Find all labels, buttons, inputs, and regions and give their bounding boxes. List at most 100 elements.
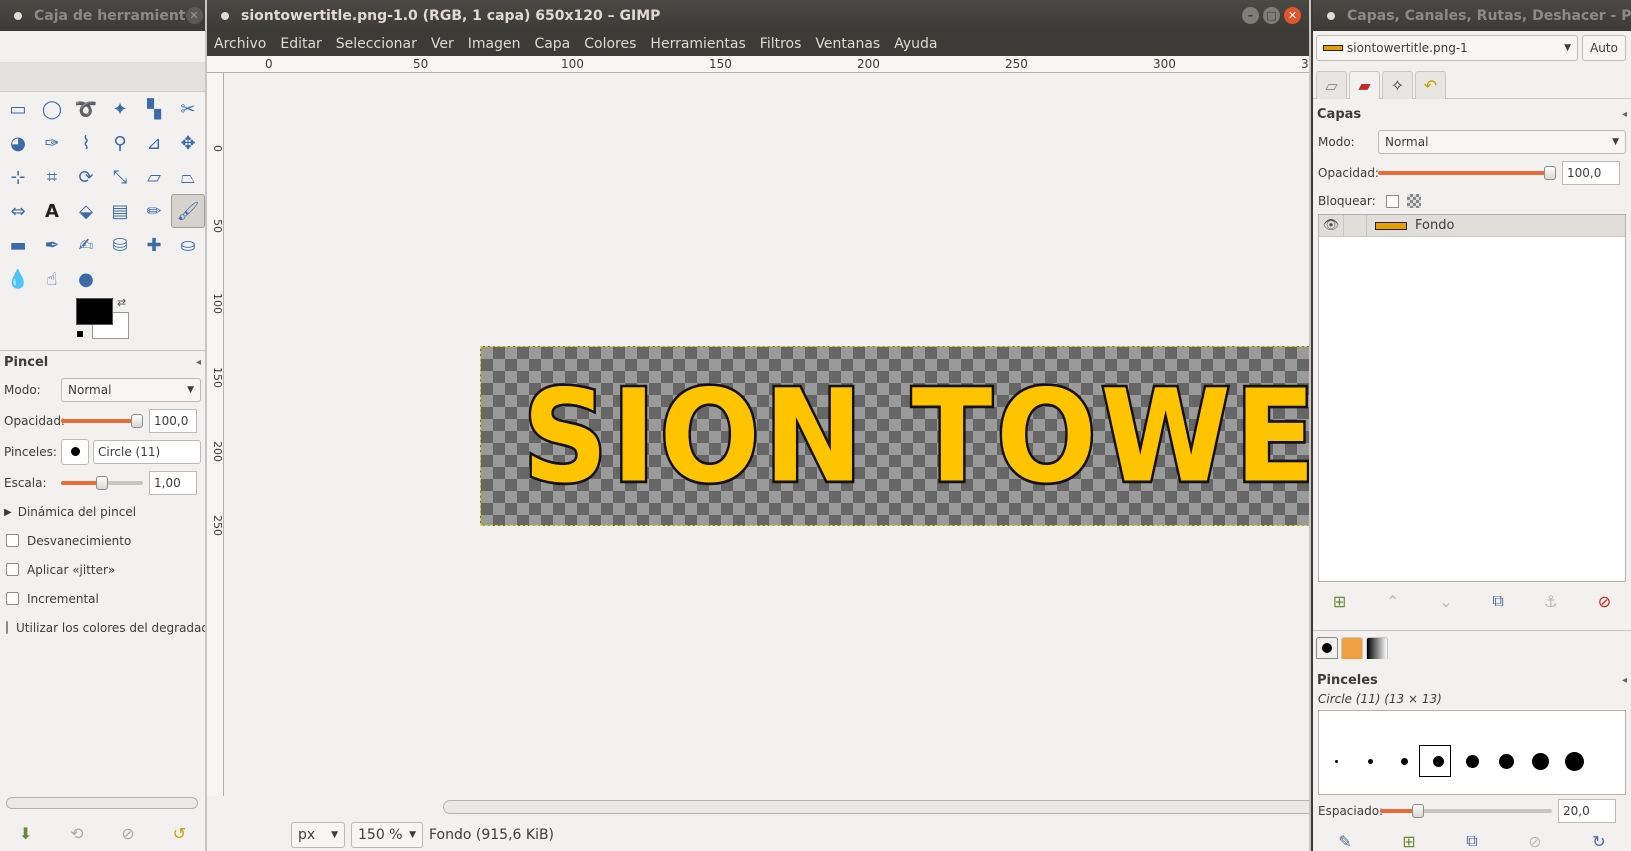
horizontal-ruler[interactable]: 050100150200250300350400450500550600650 [207,56,1309,73]
default-colors-icon[interactable] [76,330,84,338]
new-brush-icon[interactable]: ⊞ [1402,832,1415,851]
restore-options-icon[interactable]: ⟲ [70,824,83,843]
tab-channels[interactable]: ▰ [1349,71,1380,99]
toolbox-scrollbar[interactable] [6,797,198,809]
auto-button[interactable]: Auto [1582,35,1626,61]
opacity-slider[interactable] [61,413,143,428]
foreground-color[interactable] [76,298,113,325]
lock-alpha-icon[interactable] [1407,194,1421,208]
rect-select-icon[interactable]: ▭ [1,92,35,126]
paths-icon[interactable]: ✑ [35,126,69,160]
color-select-icon[interactable]: ▚ [137,92,171,126]
menu-herramientas[interactable]: Herramientas [643,36,752,52]
color-picker-icon[interactable]: ⌇ [69,126,103,160]
dynamics-expander[interactable]: ▶ Dinámica del pincel [0,498,205,526]
shear-icon[interactable]: ⏥ [137,160,171,194]
measure-icon[interactable]: ⊿ [137,126,171,160]
scale-icon[interactable]: ⤡ [103,160,137,194]
menu-capa[interactable]: Capa [527,36,577,52]
menu-editar[interactable]: Editar [273,36,328,52]
align-icon[interactable]: ⊹ [1,160,35,194]
layer-row[interactable]: 👁 Fondo [1319,215,1625,237]
rotate-icon[interactable]: ⟳ [69,160,103,194]
panel-menu-icon[interactable]: ◂ [1622,109,1627,120]
eraser-icon[interactable]: ▬ [1,228,35,262]
tab-gradients[interactable] [1366,637,1388,659]
tab-patterns[interactable] [1341,637,1363,659]
tab-undo[interactable]: ↶ [1415,71,1446,99]
minimize-icon[interactable]: – [1242,7,1259,24]
brush-swatch[interactable] [1531,752,1549,770]
lock-pixels-checkbox[interactable] [1386,194,1399,208]
scale-spin[interactable]: 1,00 [149,470,197,495]
foreground-select-icon[interactable]: ◕ [1,126,35,160]
ellipse-select-icon[interactable]: ◯ [35,92,69,126]
image-select-combo[interactable]: siontowertitle.png-1 ▼ [1316,35,1578,61]
perspective-clone-icon[interactable]: ⛀ [171,228,205,262]
move-icon[interactable]: ✥ [171,126,205,160]
unit-combo[interactable]: px ▼ [291,821,345,848]
menu-ventanas[interactable]: Ventanas [808,36,887,52]
close-icon[interactable]: ✕ [1284,7,1301,24]
layer-mode-combo[interactable]: Normal ▼ [1378,129,1626,154]
lower-layer-icon[interactable]: ⌄ [1439,592,1452,611]
airbrush-icon[interactable]: ✒ [35,228,69,262]
delete-layer-icon[interactable]: ⊘ [1598,592,1611,611]
tab-brushes[interactable] [1316,637,1338,659]
layers-titlebar[interactable]: Capas, Canales, Rutas, Deshacer - P [1313,0,1631,31]
crop-icon[interactable]: ⌗ [35,160,69,194]
perspective-icon[interactable]: ⏢ [171,160,205,194]
brush-swatch[interactable] [1465,754,1479,768]
tab-paths[interactable]: ✧ [1382,71,1413,99]
reset-options-icon[interactable]: ↺ [173,824,186,843]
text-icon[interactable]: A [35,194,69,228]
fuzzy-select-icon[interactable]: ✦ [103,92,137,126]
zoom-icon[interactable]: ⚲ [103,126,137,160]
menu-ver[interactable]: Ver [424,36,461,52]
checkbox[interactable] [6,563,19,576]
layer-opacity-spin[interactable]: 100,0 [1562,160,1620,185]
scissors-icon[interactable]: ✂ [171,92,205,126]
chain-icon[interactable] [1343,215,1367,236]
refresh-brushes-icon[interactable]: ↻ [1592,832,1605,851]
blur-icon[interactable]: 💧 [1,262,35,296]
brush-swatch[interactable] [1564,751,1584,771]
layer-opacity-slider[interactable] [1378,165,1556,180]
menu-archivo[interactable]: Archivo [207,36,273,52]
brush-preview-button[interactable] [61,438,89,465]
toolbox-titlebar[interactable]: Caja de herramient ✕ [0,0,205,31]
dodge-burn-icon[interactable]: ● [69,262,103,296]
save-options-icon[interactable]: ⬇ [19,824,32,843]
brush-swatch[interactable] [1498,753,1514,769]
checkbox[interactable] [6,592,19,605]
image-titlebar[interactable]: siontowertitle.png-1.0 (RGB, 1 capa) 650… [207,0,1309,31]
duplicate-brush-icon[interactable]: ⧉ [1466,831,1477,851]
checkbox[interactable] [6,534,19,547]
clone-icon[interactable]: ⛁ [103,228,137,262]
brush-swatch[interactable] [1367,758,1373,764]
image-canvas[interactable]: SION TOWER [480,346,1309,526]
menu-imagen[interactable]: Imagen [461,36,528,52]
heal-icon[interactable]: ✚ [137,228,171,262]
edit-brush-icon[interactable]: ✎ [1338,832,1351,851]
brush-name-field[interactable]: Circle (11) [93,439,201,464]
option-checkbox-row[interactable]: Desvanecimiento [0,526,205,555]
eye-icon[interactable]: 👁 [1319,218,1343,233]
paintbrush-icon[interactable]: 🖌 [171,194,205,228]
anchor-layer-icon[interactable]: ⚓ [1544,592,1558,611]
smudge-icon[interactable]: ☝ [35,262,69,296]
menu-filtros[interactable]: Filtros [753,36,809,52]
menu-ayuda[interactable]: Ayuda [887,36,944,52]
ink-icon[interactable]: ✍ [69,228,103,262]
menu-colores[interactable]: Colores [577,36,643,52]
vertical-ruler[interactable]: 0 50 100 150 200 250 [207,73,224,796]
mode-combo[interactable]: Normal ▼ [61,377,201,402]
maximize-icon[interactable]: □ [1263,7,1280,24]
window-menu-icon[interactable] [221,11,229,20]
blend-icon[interactable]: ▤ [103,194,137,228]
delete-options-icon[interactable]: ⊘ [121,824,134,843]
option-checkbox-row[interactable]: Utilizar los colores del degradado [0,613,205,642]
opacity-spin[interactable]: 100,0 [149,408,197,433]
brush-swatch[interactable] [1400,757,1408,765]
spacing-spin[interactable]: 20,0 [1558,798,1616,823]
